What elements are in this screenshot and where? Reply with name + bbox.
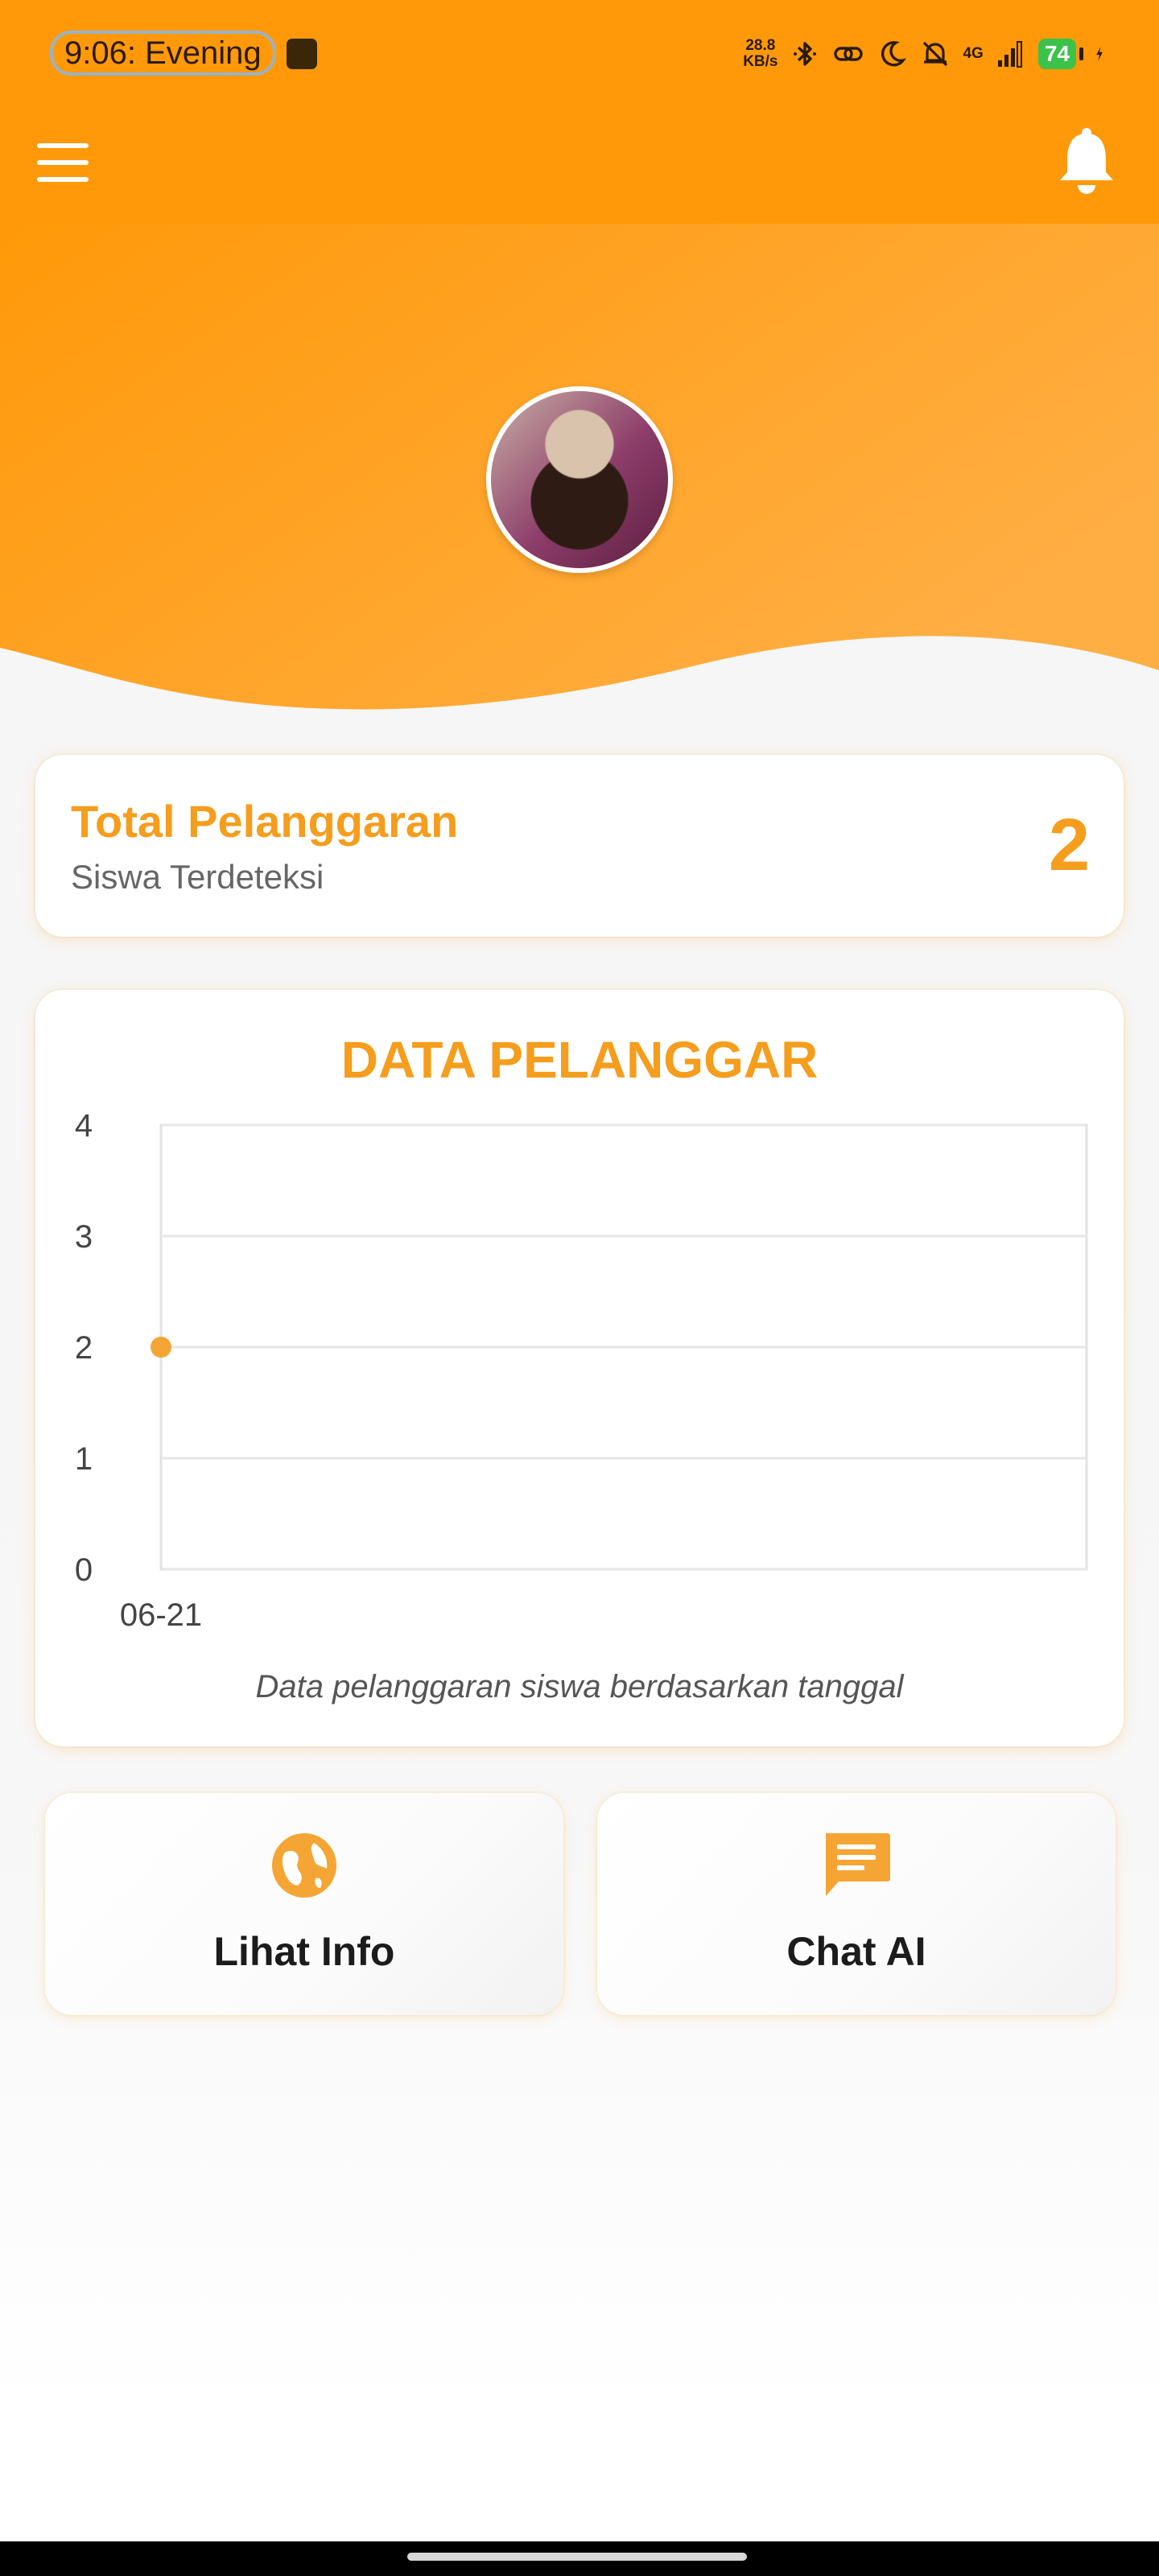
hamburger-menu-icon[interactable] [37,143,89,182]
chart-caption: Data pelanggaran siswa berdasarkan tangg… [255,1669,904,1704]
system-navigation-bar [0,2541,1159,2576]
status-time: 9:06: Evening [64,35,262,71]
battery-indicator: 74 [1037,39,1083,69]
status-icons: 28.8 KB/s 4G 74 [743,34,1112,74]
globe-icon [272,1833,336,1898]
link-icon [834,47,864,61]
chart-card: DATA PELANGGAR 0 1 2 3 4 06-21 Data pelanggar… [35,990,1124,1746]
y-tick-label: 4 [75,1108,93,1144]
info-button-label: Lihat Info [213,1929,395,1974]
battery-level: 74 [1037,39,1076,69]
bell-icon[interactable] [1056,126,1117,196]
network-type-label: 4G [963,45,984,62]
info-button[interactable]: Lihat Info [45,1793,563,2015]
violation-count: 2 [1048,804,1090,886]
chat-ai-button[interactable]: Chat AI [597,1793,1116,2015]
app-header [0,106,1159,224]
summary-title: Total Pelanggaran [71,796,459,847]
home-indicator[interactable] [407,2553,747,2561]
violation-summary-card: Total Pelanggaran Siswa Terdeteksi 2 [35,755,1124,937]
violation-line-chart: 0 1 2 3 4 06-21 [75,1108,1088,1633]
mute-icon [923,41,948,67]
moon-icon [881,41,907,67]
signal-icon [997,41,1022,68]
net-speed-indicator: 28.8 KB/s [743,37,778,70]
status-time-pill: 9:06: Evening [50,31,276,76]
status-app-icon [287,39,317,69]
y-tick-label: 3 [75,1219,93,1255]
battery-cap [1079,47,1083,60]
bluetooth-icon [794,42,817,66]
y-tick-label: 0 [75,1552,93,1588]
y-tick-label: 1 [75,1441,93,1477]
summary-subtitle: Siswa Terdeteksi [71,858,324,896]
y-tick-label: 2 [75,1330,93,1366]
chart-data-point [151,1337,171,1358]
chat-bubble-icon [826,1833,890,1896]
chat-ai-button-label: Chat AI [786,1929,926,1974]
avatar[interactable] [486,386,673,573]
charging-icon [1096,47,1103,61]
status-bar: 9:06: Evening 28.8 KB/s 4G 74 [0,0,1159,106]
x-tick-label: 06-21 [120,1597,202,1633]
